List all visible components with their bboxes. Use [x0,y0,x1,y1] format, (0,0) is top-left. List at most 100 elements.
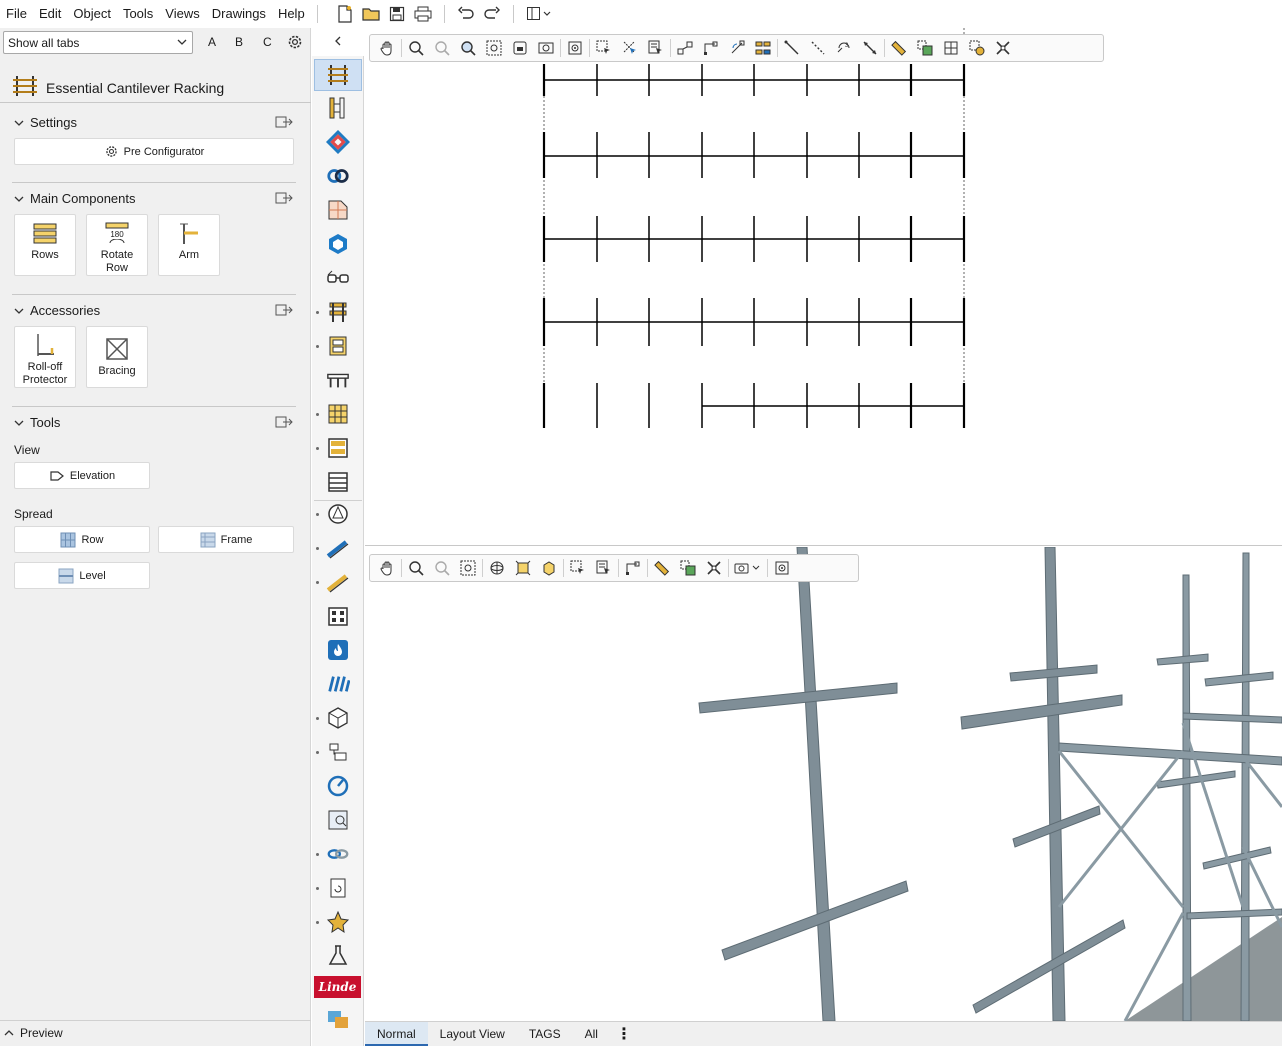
rotate-icon[interactable] [724,36,750,60]
array-icon[interactable] [750,36,776,60]
tab-tags[interactable]: TAGS [517,1022,573,1046]
gear-icon[interactable] [286,33,304,54]
settings-section-header[interactable]: Settings [14,115,77,130]
floor-plan-icon[interactable] [326,198,350,222]
measure-ruler-icon[interactable] [886,36,912,60]
rows-tile[interactable]: Rows [14,214,76,276]
select-window-icon[interactable] [565,556,591,580]
bracing-tile[interactable]: Bracing [86,326,148,388]
linde-logo[interactable]: Linde [314,976,361,998]
move-icon[interactable] [672,36,698,60]
sprinkler-icon[interactable] [326,502,350,526]
building-icon[interactable] [326,604,350,628]
spread-frame-button[interactable]: Frame [158,526,294,553]
rotate-row-tile[interactable]: 180 Rotate Row [86,214,148,276]
zoom-in-icon[interactable] [429,36,455,60]
lab-flask-icon[interactable] [326,944,350,968]
letter-a-button[interactable]: A [208,35,216,49]
more-options-icon[interactable]: ⋮ [616,1024,632,1044]
select-list-icon[interactable] [643,36,669,60]
upright-frame-icon[interactable] [326,96,350,120]
sketchup-cube-icon[interactable] [326,232,350,256]
copy-objects-icon[interactable] [912,36,938,60]
export-icon[interactable] [275,115,293,132]
zoom-selection-icon[interactable] [507,36,533,60]
pan-hand-icon[interactable] [374,36,400,60]
export-icon[interactable] [275,191,293,208]
orbit-icon[interactable] [484,556,510,580]
plan-view[interactable]: 3 [365,28,1282,546]
conveyor-icon[interactable] [326,740,350,764]
stretch-icon[interactable] [698,36,724,60]
drive-in-icon[interactable] [326,402,350,426]
select-crossing-icon[interactable] [617,36,643,60]
measure-ruler-icon[interactable] [649,556,675,580]
elevation-button[interactable]: Elevation [14,462,150,489]
info-objects-icon[interactable] [964,36,990,60]
chain-link-icon[interactable] [326,842,350,866]
menu-help[interactable]: Help [272,0,311,28]
line-icon[interactable] [779,36,805,60]
dimension-icon[interactable] [857,36,883,60]
tab-filter-select[interactable]: Show all tabs [3,31,193,54]
zoom-window-icon[interactable] [455,36,481,60]
linked-rings-icon[interactable] [326,164,350,188]
menu-object[interactable]: Object [67,0,117,28]
select-list-icon[interactable] [591,556,617,580]
open-folder-icon[interactable] [360,3,382,25]
box-cube-icon[interactable] [326,706,350,730]
tab-all[interactable]: All [573,1022,610,1046]
chevron-left-icon[interactable] [333,35,343,50]
rotate-3d-icon[interactable]: 3 [831,36,857,60]
stretch-icon[interactable] [620,556,646,580]
delete-cross-icon[interactable] [990,36,1016,60]
zoom-extents-icon[interactable] [455,556,481,580]
storage-grid-icon[interactable] [326,436,350,460]
mezzanine-icon[interactable] [326,368,350,392]
export-icon[interactable] [275,415,293,432]
camera-dropdown-icon[interactable] [730,556,766,580]
preview-toggle[interactable]: Preview [4,1026,63,1040]
zoom-extents-icon[interactable] [481,36,507,60]
new-file-icon[interactable] [334,3,356,25]
accessories-section-header[interactable]: Accessories [14,303,100,318]
redo-icon[interactable] [481,3,503,25]
pan-hand-icon[interactable] [374,556,400,580]
copy-objects-icon[interactable] [675,556,701,580]
arm-tile[interactable]: Arm [158,214,220,276]
stairs-icon[interactable] [326,570,350,594]
overlay-squares-icon[interactable] [326,1008,350,1032]
pallet-rack-icon[interactable] [326,300,350,324]
star-burst-icon[interactable] [326,910,350,934]
menu-drawings[interactable]: Drawings [206,0,272,28]
align-icon[interactable] [938,36,964,60]
zoom-icon[interactable] [403,556,429,580]
ramp-icon[interactable] [326,536,350,560]
box-view-icon[interactable] [536,556,562,580]
tab-layout-view[interactable]: Layout View [428,1022,517,1046]
undo-icon[interactable] [455,3,477,25]
tools-section-header[interactable]: Tools [14,415,60,430]
spread-level-button[interactable]: Level [14,562,150,589]
rolloff-protector-tile[interactable]: Roll-off Protector [14,326,76,388]
letter-b-button[interactable]: B [235,35,243,49]
save-icon[interactable] [386,3,408,25]
delete-cross-icon[interactable] [701,556,727,580]
menu-edit[interactable]: Edit [33,0,67,28]
catalog-book-icon[interactable] [326,808,350,832]
pre-configurator-button[interactable]: Pre Configurator [14,138,294,165]
layout-icon[interactable] [524,3,556,25]
menu-views[interactable]: Views [159,0,205,28]
main-components-section-header[interactable]: Main Components [14,191,136,206]
print-icon[interactable] [412,3,434,25]
spread-row-button[interactable]: Row [14,526,150,553]
zoom-in-icon[interactable] [429,556,455,580]
fire-protection-icon[interactable] [326,638,350,662]
speed-gauge-icon[interactable] [326,774,350,798]
letter-c-button[interactable]: C [263,35,272,49]
cantilever-rack-icon[interactable] [326,63,350,87]
select-window-icon[interactable] [591,36,617,60]
stripes-icon[interactable] [326,672,350,696]
menu-file[interactable]: File [0,0,33,28]
colored-pattern-icon[interactable] [326,130,350,154]
